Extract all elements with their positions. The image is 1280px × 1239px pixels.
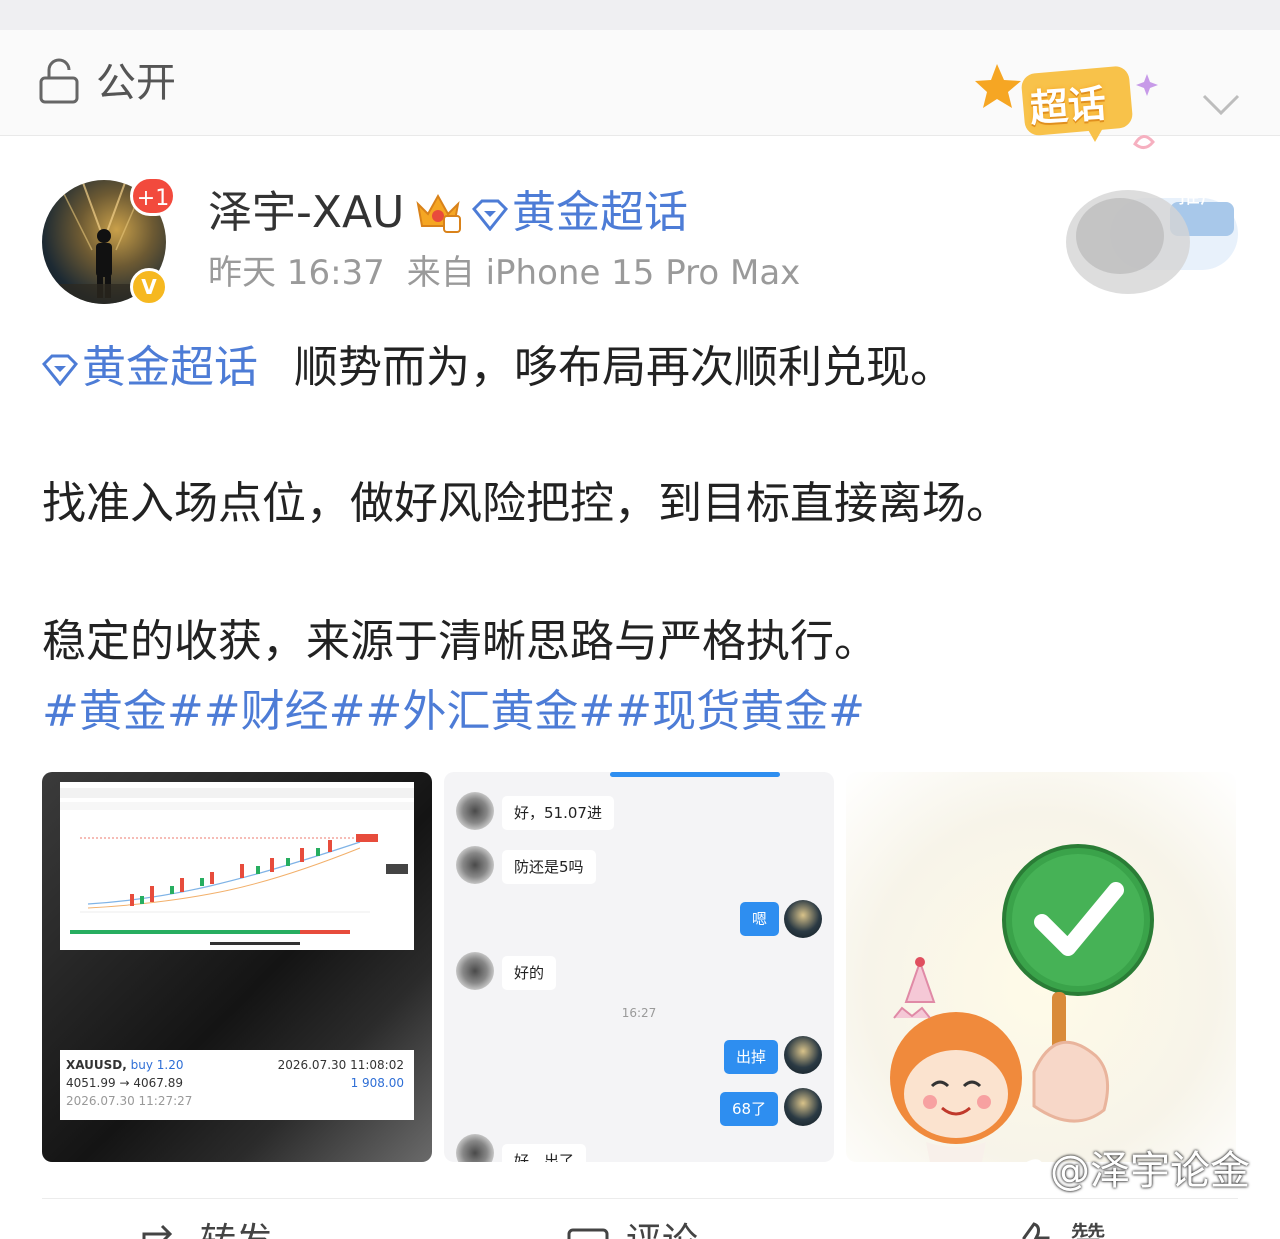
chat-message-in: 好，51.07进 — [502, 796, 614, 830]
diamond-icon — [42, 354, 78, 386]
comment-button[interactable]: 评论 — [566, 1220, 698, 1239]
chat-message-out: 嗯 — [740, 902, 780, 936]
verified-badge: V — [130, 268, 168, 306]
like-button[interactable]: 赞 — [1010, 1220, 1106, 1239]
post-header: +1 V 泽宇-XAU 黄金超话 昨天 16:37 来自 iPhone 15 Pr… — [0, 136, 1280, 316]
topic-inline-name: 黄金超话 — [82, 342, 258, 393]
trade-side: buy 1.20 — [130, 1058, 184, 1072]
weibo-logo-icon — [1015, 1159, 1051, 1189]
topic-link-inline[interactable]: 黄金超话 — [42, 342, 258, 393]
comment-label: 评论 — [626, 1221, 698, 1239]
topic-link-header[interactable]: 黄金超话 — [472, 186, 688, 240]
candlestick-chart-icon — [60, 782, 414, 950]
post-source: 来自 iPhone 15 Pro Max — [406, 253, 801, 293]
divider — [42, 1198, 1238, 1199]
image-trade-screenshot[interactable]: XAUUSD, buy 1.20 2026.07.30 11:08:02 405… — [42, 772, 432, 1162]
trade-arrow: → — [119, 1076, 130, 1090]
chat-top-bar — [610, 772, 780, 777]
chat-message-out: 出掉 — [724, 1040, 779, 1074]
chat-avatar-other — [456, 846, 494, 884]
post-line-3: 稳定的收获，来源于清晰思路与严格执行。 — [42, 616, 878, 667]
image-chat-screenshot[interactable]: 好，51.07进 防还是5吗 嗯 好的 16:27 出掉 68了 好，出了 — [444, 772, 834, 1162]
topic-name: 黄金超话 — [512, 187, 688, 238]
hashtags[interactable]: #黄金##财经##外汇黄金##现货黄金# — [42, 684, 865, 740]
crown-vip-icon — [416, 193, 461, 233]
watermark-text: @泽宇论金 — [1050, 1148, 1250, 1194]
chat-avatar-self — [784, 900, 822, 938]
watermark: @泽宇论金 — [1010, 1146, 1250, 1196]
chat-avatar-self — [784, 1036, 822, 1074]
chaohua-badge-label: 超话 — [1028, 81, 1108, 131]
share-button[interactable]: 转发 — [140, 1220, 272, 1239]
thumbs-up-icon — [1022, 1222, 1050, 1239]
notification-badge: +1 — [130, 176, 176, 216]
action-bar: 转发 评论 赞 — [0, 1210, 1280, 1239]
trade-open-time: 2026.07.30 11:27:27 — [66, 1094, 193, 1108]
checkmark-sticker-icon — [890, 844, 1154, 1162]
share-icon — [142, 1224, 173, 1239]
ad-label: 推广 — [1178, 184, 1223, 209]
chat-message-in: 好，出了 — [502, 1144, 587, 1162]
chat-avatar-other — [456, 952, 494, 990]
status-strip — [0, 0, 1280, 30]
chat-timestamp: 16:27 — [621, 1006, 657, 1020]
trade-profit: 1 908.00 — [350, 1076, 404, 1090]
trade-price-from: 4051.99 — [66, 1076, 116, 1090]
post-meta: 昨天 16:37 来自 iPhone 15 Pro Max — [208, 252, 800, 294]
visibility-label: 公开 — [96, 60, 176, 106]
line-1-text: 顺势而为，哆布局再次顺利兑现。 — [294, 342, 954, 393]
share-label: 转发 — [200, 1221, 272, 1239]
chat-avatar-other — [456, 1134, 494, 1162]
visibility-bar[interactable]: 公开 超话 — [0, 30, 1280, 149]
chat-message-out: 68了 — [720, 1092, 779, 1126]
username[interactable]: 泽宇-XAU — [208, 186, 404, 240]
chat-message-in: 防还是5吗 — [502, 850, 596, 884]
trade-symbol: XAUUSD, — [66, 1058, 127, 1072]
trade-price-to: 4067.89 — [133, 1076, 183, 1090]
image-sticker[interactable] — [846, 772, 1236, 1162]
like-label: 赞 — [1070, 1221, 1106, 1239]
diamond-icon — [472, 199, 508, 231]
chat-avatar-self — [784, 1088, 822, 1126]
chat-avatar-other — [456, 792, 494, 830]
post-time: 昨天 16:37 — [208, 253, 385, 293]
chevron-down-icon[interactable] — [1200, 90, 1242, 120]
trade-record-card: XAUUSD, buy 1.20 2026.07.30 11:08:02 405… — [60, 1050, 414, 1120]
trade-close-time: 2026.07.30 11:08:02 — [277, 1058, 404, 1072]
post-line-1: 黄金超话 顺势而为，哆布局再次顺利兑现。 — [42, 340, 954, 396]
comment-icon — [567, 1228, 609, 1239]
post-line-2: 找准入场点位，做好风险把控，到目标直接离场。 — [42, 478, 1010, 529]
chat-message-in: 好的 — [502, 956, 557, 990]
unlock-icon — [39, 58, 79, 104]
